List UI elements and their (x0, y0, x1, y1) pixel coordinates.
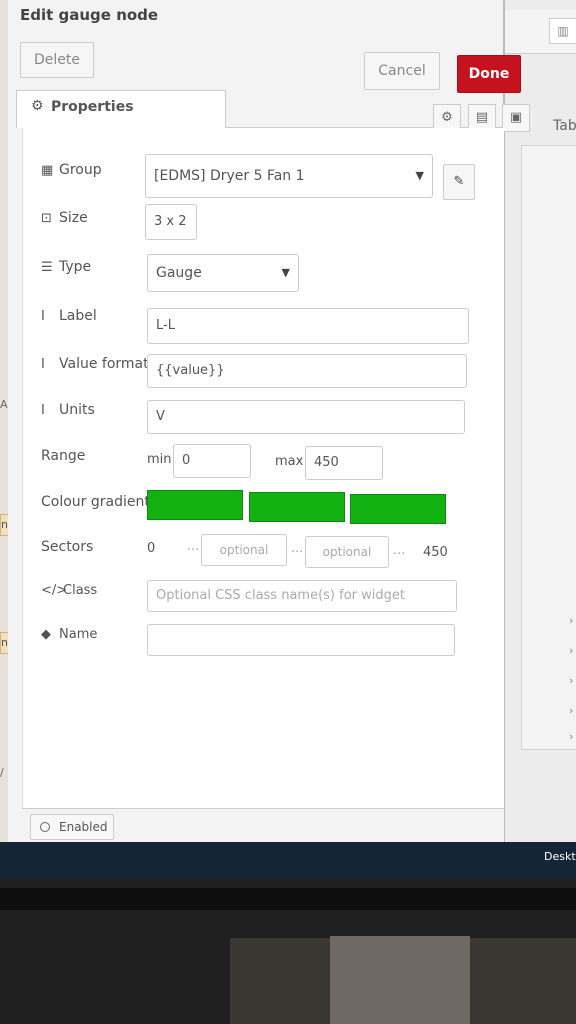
properties-form: ▦ Group [EDMS] Dryer 5 Fan 1 ▼ ✎ ⊡ Size 3 x… (22, 128, 504, 808)
class-input[interactable]: Optional CSS class name(s) for widget (147, 580, 457, 612)
class-label: </>Class (41, 583, 98, 598)
monitor-bezel (0, 878, 576, 1024)
edit-node-dialog: Edit gauge node Delete Cancel Done ⚙ Pro… (8, 0, 530, 848)
bezel-lip (0, 888, 576, 910)
value-format-label: I Value format (41, 356, 149, 372)
toggle-circle-icon (40, 822, 50, 832)
frame-icon[interactable]: ▣ (502, 104, 530, 132)
name-input[interactable] (147, 624, 455, 656)
sectors-start: 0 (147, 541, 156, 556)
size-label: ⊡ Size (41, 210, 88, 226)
group-label: ▦ Group (41, 162, 102, 178)
chevron-right-icon[interactable]: › (569, 674, 573, 687)
gradient-color-high[interactable] (350, 494, 446, 524)
text-cursor-icon: I (41, 357, 45, 372)
cancel-button[interactable]: Cancel (364, 52, 440, 90)
value-format-input[interactable]: {{value}} (147, 354, 467, 388)
label-label: I Label (41, 308, 97, 324)
sectors-dots: ... (291, 541, 304, 556)
type-label: ☰ Type (41, 259, 92, 275)
screen: A n n / 2 ▥ Tab › › › › › Edit gauge nod… (0, 0, 576, 848)
sectors-dots: ... (393, 543, 406, 558)
chevron-down-icon: ▼ (281, 266, 290, 279)
code-icon: </> (41, 583, 68, 598)
sectors-end: 450 (423, 545, 448, 560)
tag-icon: ◆ (41, 627, 51, 642)
chevron-right-icon[interactable]: › (569, 644, 573, 657)
chevron-right-icon[interactable]: › (569, 614, 573, 627)
sector-input-1[interactable]: optional (201, 534, 287, 566)
range-label: Range (41, 448, 86, 464)
name-label: ◆ Name (41, 627, 98, 642)
units-input[interactable]: V (147, 400, 465, 434)
chevron-down-icon: ▼ (415, 169, 424, 182)
chevron-right-icon[interactable]: › (569, 704, 573, 717)
text-cursor-icon: I (41, 309, 45, 324)
range-min-label: min (147, 452, 172, 467)
range-max-label: max (275, 454, 304, 469)
desktop-label[interactable]: Desktop (544, 850, 576, 863)
workspace-text: A (0, 398, 8, 411)
units-label: I Units (41, 402, 95, 418)
delete-button[interactable]: Delete (20, 42, 94, 78)
gear-icon: ⚙ (31, 98, 44, 114)
done-button[interactable]: Done (457, 55, 521, 93)
type-select[interactable]: Gauge ▼ (147, 254, 299, 292)
pencil-icon: ✎ (453, 174, 465, 189)
edit-group-button[interactable]: ✎ (443, 164, 475, 200)
gradient-color-low[interactable] (147, 490, 243, 520)
group-select[interactable]: [EDMS] Dryer 5 Fan 1 ▼ (145, 154, 433, 198)
text-cursor-icon: I (41, 403, 45, 418)
tab-label: Properties (51, 99, 134, 115)
enabled-toggle[interactable]: Enabled (30, 814, 114, 840)
dialog-title: Edit gauge node (20, 6, 159, 24)
chart-icon[interactable]: ▥ (549, 18, 576, 44)
range-max-input[interactable]: 450 (305, 446, 383, 480)
gradient-color-mid[interactable] (249, 492, 345, 522)
size-button[interactable]: 3 x 2 (145, 204, 197, 240)
resize-icon: ⊡ (41, 211, 52, 226)
colour-gradient-label: Colour gradient (41, 494, 150, 510)
sidebar-tab-label: Tab (553, 118, 576, 134)
taskbar: Desktop (0, 842, 576, 878)
list-icon: ☰ (41, 260, 53, 275)
background (330, 936, 470, 1024)
label-input[interactable]: L-L (147, 308, 469, 344)
tab-properties[interactable]: ⚙ Properties (16, 90, 226, 128)
table-icon: ▦ (41, 163, 54, 178)
sectors-label: Sectors (41, 539, 94, 555)
sectors-dots: ... (187, 539, 200, 554)
chevron-right-icon[interactable]: › (569, 730, 573, 743)
sector-input-2[interactable]: optional (305, 536, 389, 568)
range-min-input[interactable]: 0 (173, 444, 251, 478)
sidebar-body (521, 145, 576, 750)
